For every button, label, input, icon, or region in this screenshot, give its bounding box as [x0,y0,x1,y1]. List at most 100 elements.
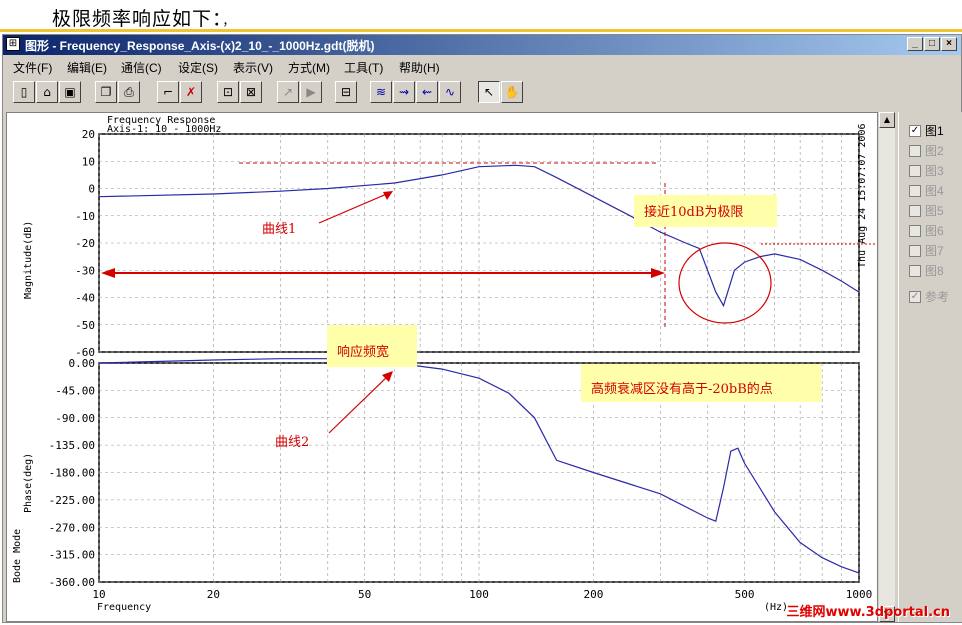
x-axis-label: Frequency [97,602,151,613]
x-axis-unit: (Hz) [764,602,788,613]
magnitude-tick-label: -20 [75,237,95,250]
phase-tick-label: -180.00 [49,467,95,480]
checkbox-icon[interactable] [909,244,921,257]
checkbox-icon[interactable] [909,224,921,237]
checkbox-icon[interactable] [909,264,921,277]
graph-icon[interactable]: ⌐ [157,81,179,103]
magnitude-tick-label: 0 [88,183,95,196]
x-tick-label: 100 [469,588,489,601]
x-tick-label: 1000 [846,588,873,601]
checkbox-icon[interactable]: ✓ [909,124,921,137]
new-file-icon[interactable]: ▯ [13,81,35,103]
phase-tick-label: -360.00 [49,576,95,589]
checkbox-icon[interactable] [909,144,921,157]
window-title: 图形 - Frequency_Response_Axis-(x)2_10_-_1… [25,39,375,53]
graph-selector-panel: ✓ 图1 图2 图3 图4 图5 图6 图7 图8 ✓ 参考 [898,112,962,622]
print-icon[interactable]: ⎙ [118,81,140,103]
watermark: 三维网www.3dportal.cn [786,605,950,620]
phase-tick-label: 0.00 [69,357,96,370]
close-button[interactable]: × [941,37,957,51]
wave1-icon[interactable]: ≋ [370,81,392,103]
minimize-button[interactable]: _ [907,37,923,51]
legend-item-7[interactable]: 图7 [909,242,944,259]
menu-edit[interactable]: 编辑(E) [67,59,107,76]
menu-comm[interactable]: 通信(C) [121,59,162,76]
checkbox-icon[interactable] [909,164,921,177]
x-tick-label: 10 [92,588,105,601]
magnitude-tick-label: 20 [82,128,95,141]
annotation-attenuation: 高频衰减区没有高于-20bB的点 [581,364,821,402]
settings2-icon[interactable]: ⊠ [240,81,262,103]
wave3-icon[interactable]: ⇜ [416,81,438,103]
delete-graph-icon[interactable]: ✗ [180,81,202,103]
x-tick-label: 20 [207,588,220,601]
magnitude-ylabel: Magnitude(dB) [23,221,34,299]
toolbar: ▯ ⌂ ▣ ❐ ⎙ ⌐ ✗ ⊡ ⊠ ↗ ▶ ⊟ ≋ ⇝ ⇜ ∿ ↖ ✋ [3,78,961,108]
annotation-curve2: 曲线2 [275,435,310,450]
vertical-scrollbar[interactable]: ▲ ▼ [879,112,895,622]
legend-item-3[interactable]: 图3 [909,162,944,179]
checkbox-icon[interactable] [909,184,921,197]
magnitude-tick-label: -10 [75,210,95,223]
scroll-up-icon[interactable]: ▲ [879,112,895,128]
header-rule [0,29,962,32]
menu-tools[interactable]: 工具(T) [344,59,383,76]
window-buttons: _ □ × [907,37,957,51]
wave2-icon[interactable]: ⇝ [393,81,415,103]
menu-view[interactable]: 表示(V) [233,59,273,76]
legend-item-8[interactable]: 图8 [909,262,944,279]
pointer-icon[interactable]: ↖ [478,81,500,103]
menu-bar: 文件(F) 编辑(E) 通信(C) 设定(S) 表示(V) 方式(M) 工具(T… [3,56,961,76]
legend-item-5[interactable]: 图5 [909,202,944,219]
legend-item-6[interactable]: 图6 [909,222,944,239]
menu-settings[interactable]: 设定(S) [178,59,218,76]
wave4-icon[interactable]: ∿ [439,81,461,103]
legend-item-1[interactable]: ✓ 图1 [909,122,944,139]
curve1-arrow-line [318,192,390,224]
copy-icon[interactable]: ❐ [95,81,117,103]
graph-window: ⊞ 图形 - Frequency_Response_Axis-(x)2_10_-… [2,34,962,623]
x-tick-label: 500 [735,588,755,601]
phase-tick-label: -225.00 [49,494,95,507]
annotation-bandwidth: 响应频宽 [327,325,417,367]
trace-icon[interactable]: ↗ [277,81,299,103]
phase-tick-label: -45.00 [55,384,95,397]
legend-item-4[interactable]: 图4 [909,182,944,199]
legend-item-reference[interactable]: ✓ 参考 [909,288,949,305]
legend-item-2[interactable]: 图2 [909,142,944,159]
phase-ylabel: Phase(deg) [23,453,34,513]
caption-suffix: ， [222,14,236,28]
open-folder-icon[interactable]: ⌂ [36,81,58,103]
annotation-curve1: 曲线1 [262,222,297,237]
checkbox-icon[interactable]: ✓ [909,290,921,303]
bandwidth-arrow-head-right [651,268,665,278]
phase-tick-label: -315.00 [49,549,95,562]
magnitude-tick-label: 10 [82,155,95,168]
restore-button[interactable]: □ [924,37,940,51]
magnitude-tick-label: -30 [75,264,95,277]
page-caption: 极限频率响应如下：， [52,4,236,31]
settings-icon[interactable]: ⊡ [217,81,239,103]
menu-mode[interactable]: 方式(M) [288,59,330,76]
magnitude-tick-label: -40 [75,292,95,305]
caption-text: 极限频率响应如下： [52,8,223,30]
annotation-limit-note: 接近10dB为极限 [634,195,777,227]
phase-tick-label: -270.00 [49,521,95,534]
phase-tick-label: -90.00 [55,412,95,425]
x-tick-label: 200 [583,588,603,601]
notch-highlight-circle [678,242,772,324]
x-tick-label: 50 [358,588,371,601]
bode-mode-label: Bode Mode [12,529,23,583]
magnitude-tick-label: -50 [75,319,95,332]
checkbox-icon[interactable] [909,204,921,217]
menu-file[interactable]: 文件(F) [13,59,52,76]
curve2-arrow-line [328,374,390,434]
bandwidth-arrow-head-left [101,268,115,278]
hand-icon[interactable]: ✋ [501,81,523,103]
app-icon: ⊞ [6,37,20,51]
plot-area[interactable]: Frequency Response Axis-1: 10 - 1000Hz T… [6,112,883,622]
save-icon[interactable]: ▣ [59,81,81,103]
zoom-fit-icon[interactable]: ⊟ [335,81,357,103]
menu-help[interactable]: 帮助(H) [399,59,440,76]
play-icon[interactable]: ▶ [300,81,322,103]
